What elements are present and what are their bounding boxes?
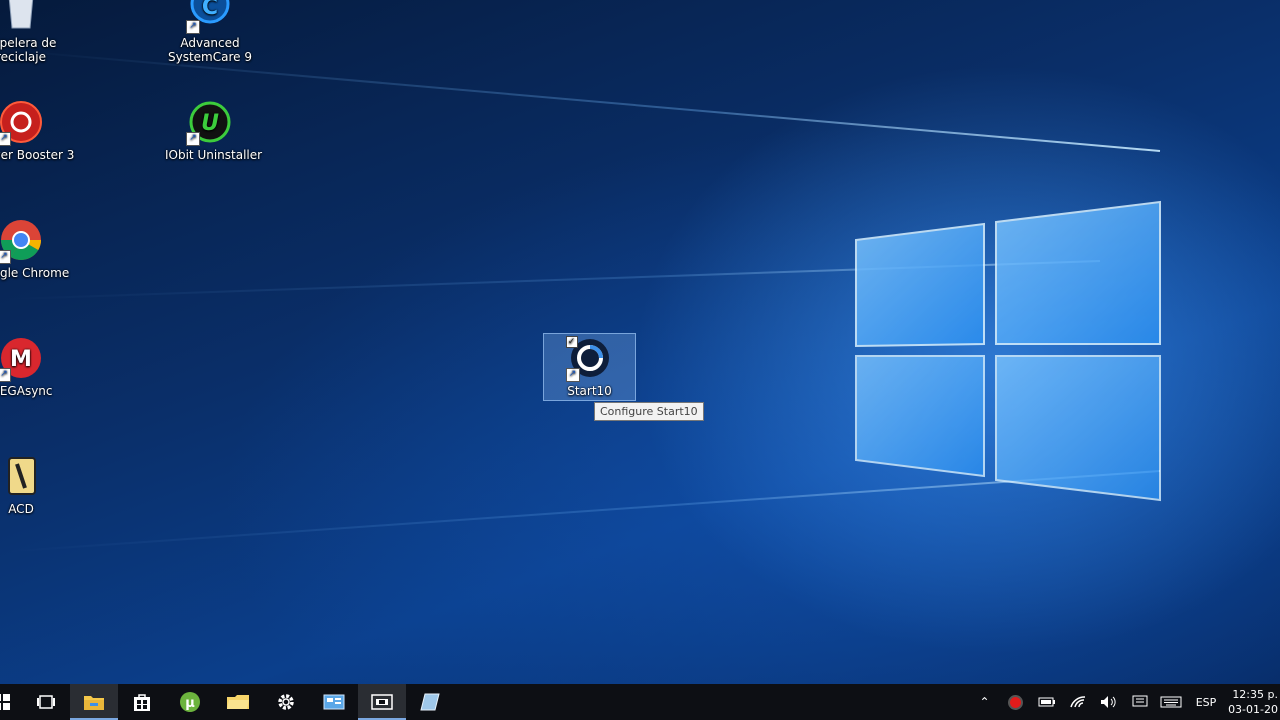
shortcut-arrow-icon: ↗ [186, 20, 200, 34]
folder-button[interactable] [214, 684, 262, 720]
task-view-button[interactable] [22, 684, 70, 720]
recycle-bin-icon [0, 0, 43, 32]
icon-label: MEGAsync [0, 384, 53, 398]
icon-label: Start10 [567, 384, 612, 398]
settings-icon [278, 694, 294, 710]
folder-icon [227, 695, 249, 709]
file-explorer-icon [84, 696, 104, 710]
selection-checkbox[interactable]: ✓ [565, 336, 578, 348]
icon-label: IObit Uninstaller [165, 148, 263, 162]
acd-icon [0, 454, 43, 498]
battery-icon [1038, 697, 1055, 707]
desktop-icon-driver-booster[interactable]: ↗ Driver Booster 3 [0, 100, 75, 162]
start-icon [0, 694, 10, 710]
clock-date: 03-01-20 [1228, 703, 1278, 716]
icon-label: Driver Booster 3 [0, 148, 75, 162]
app-icon [420, 693, 440, 711]
icon-label: Advanced [180, 36, 240, 50]
icon-label: reciclaje [0, 50, 46, 64]
settings-button[interactable] [262, 684, 310, 720]
task-view-icon [37, 695, 55, 709]
desktop-icon-chrome[interactable]: ↗ Google Chrome [0, 218, 70, 280]
media-app-icon [371, 694, 393, 710]
app-button[interactable] [406, 684, 454, 720]
shortcut-arrow-icon: ↗ [565, 368, 580, 382]
volume-button[interactable] [1093, 684, 1124, 720]
svg-text:M: M [10, 347, 32, 372]
icon-label: Google Chrome [0, 266, 70, 280]
clock[interactable]: 12:35 p. 03-01-20 [1226, 687, 1280, 717]
shortcut-arrow-icon: ↗ [186, 132, 200, 146]
shortcut-arrow-icon: ↗ [0, 132, 11, 146]
store-button[interactable] [118, 684, 166, 720]
start10-icon: ↗ ✓ [565, 336, 612, 382]
volume-icon [1100, 696, 1116, 708]
svg-text:µ: µ [185, 696, 195, 711]
record-icon [1008, 694, 1023, 710]
action-center-button[interactable] [1124, 684, 1155, 720]
clock-time: 12:35 p. [1232, 688, 1278, 701]
notifications-icon [1132, 695, 1147, 707]
taskbar: µ ⌃ ESP 12:35 p. 03-01-20 [0, 684, 1280, 720]
show-hidden-icons-button[interactable]: ⌃ [969, 684, 1000, 720]
shortcut-arrow-icon: ↗ [0, 368, 11, 382]
windows-logo [855, 200, 1161, 502]
desktop-icon-megasync[interactable]: M ↗ MEGAsync [0, 336, 66, 398]
start-button[interactable] [0, 684, 22, 720]
icon-label: ACD [8, 502, 34, 516]
wifi-icon [1069, 696, 1085, 708]
driver-booster-icon: ↗ [0, 100, 43, 146]
system-tray: ⌃ ESP 12:35 p. 03-01-20 [969, 684, 1280, 720]
advanced-systemcare-icon: C ↗ [186, 0, 232, 34]
keyboard-icon [1160, 696, 1181, 708]
touch-keyboard-button[interactable] [1155, 684, 1186, 720]
desktop-icon-acd[interactable]: ACD [0, 454, 66, 516]
recording-indicator[interactable] [1000, 684, 1031, 720]
shortcut-arrow-icon: ↗ [0, 250, 11, 264]
desktop-icon-advanced-systemcare[interactable]: C ↗ Advanced SystemCare 9 [165, 0, 255, 64]
svg-text:U: U [201, 111, 219, 136]
network-button[interactable] [1062, 684, 1093, 720]
icon-label: Papelera de [0, 36, 57, 50]
iobit-uninstaller-icon: U ↗ [186, 100, 232, 146]
chrome-icon: ↗ [0, 218, 43, 264]
svg-text:C: C [202, 0, 218, 20]
desktop-icon-iobit-uninstaller[interactable]: U ↗ IObit Uninstaller [165, 100, 263, 162]
desktop-icon-recycle-bin[interactable]: Papelera de reciclaje [0, 0, 66, 64]
icon-label: SystemCare 9 [168, 50, 252, 64]
store-icon [134, 694, 150, 711]
battery-button[interactable] [1031, 684, 1062, 720]
chevron-up-icon: ⌃ [979, 695, 990, 709]
utorrent-icon: µ [180, 692, 200, 712]
file-explorer-button[interactable] [70, 684, 118, 720]
input-language-button[interactable]: ESP [1186, 684, 1226, 720]
tooltip: Configure Start10 [594, 402, 704, 421]
control-panel-icon [323, 694, 345, 710]
utorrent-button[interactable]: µ [166, 684, 214, 720]
media-app-button[interactable] [358, 684, 406, 720]
control-panel-button[interactable] [310, 684, 358, 720]
mega-icon: M ↗ [0, 336, 43, 382]
desktop-icon-start10[interactable]: ↗ ✓ Start10 [543, 333, 636, 401]
